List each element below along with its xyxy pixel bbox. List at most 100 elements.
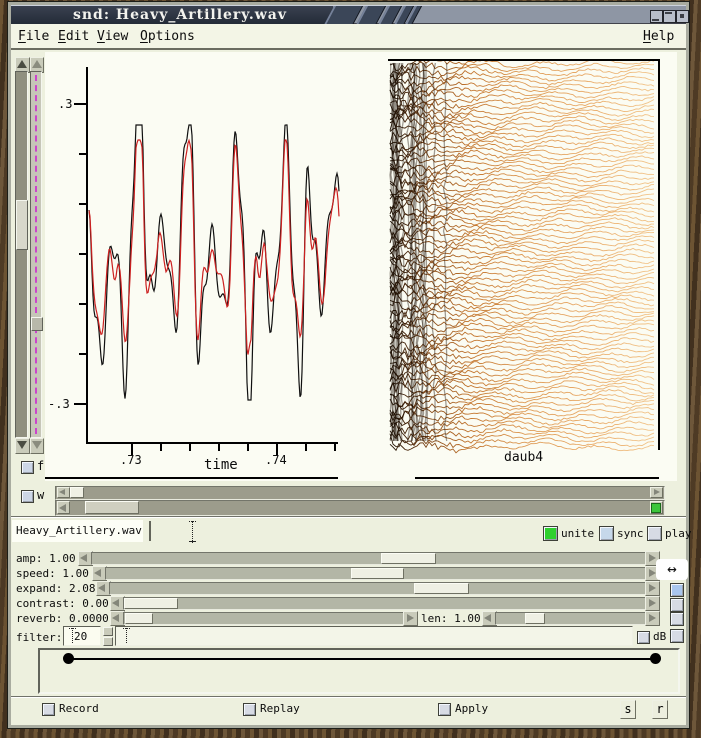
menu-options[interactable]: Options xyxy=(140,29,195,44)
x-position-left-arrow[interactable] xyxy=(57,501,70,514)
unite-toggle[interactable] xyxy=(543,526,558,541)
filter-order-cursor-icon xyxy=(68,628,77,643)
speed-slider[interactable] xyxy=(105,567,647,580)
menubar: File Edit View Options Help xyxy=(11,24,686,50)
reverb-right-arrow[interactable] xyxy=(403,611,418,626)
menu-options-mnemonic: O xyxy=(140,29,148,44)
filter-envelope-cursor-icon xyxy=(122,628,131,643)
record-toggle[interactable] xyxy=(42,703,55,716)
contrast-enable-toggle[interactable] xyxy=(670,598,684,612)
menu-view[interactable]: View xyxy=(97,29,128,44)
menu-help-mnemonic: H xyxy=(643,29,651,44)
save-controls-button[interactable]: s xyxy=(620,700,636,719)
restore-controls-button[interactable]: r xyxy=(652,700,668,719)
wave-toggle[interactable] xyxy=(21,490,34,503)
y-scrollbar-thumb[interactable] xyxy=(16,200,28,250)
envelope-node-right[interactable] xyxy=(650,653,661,664)
menu-edit-rest: dit xyxy=(66,29,89,44)
replay-toggle[interactable] xyxy=(243,703,256,716)
expand-slider[interactable] xyxy=(109,582,647,595)
menu-file-rest: ile xyxy=(26,29,49,44)
desktop: { "window": { "title": "snd: Heavy_Artil… xyxy=(0,0,701,738)
menu-edit[interactable]: Edit xyxy=(58,29,89,44)
y-axis-top-label: .3 xyxy=(58,97,72,111)
envelope-node-left[interactable] xyxy=(63,653,74,664)
wavelet-transform-graph[interactable] xyxy=(385,55,665,480)
restore-button-window[interactable] xyxy=(663,10,676,23)
menu-file[interactable]: File xyxy=(18,29,49,44)
reverb-thumb[interactable] xyxy=(125,613,153,624)
speed-thumb[interactable] xyxy=(351,568,404,579)
y-axis-bottom-label: -.3 xyxy=(48,397,70,411)
reverb-label: reverb: 0.0000 xyxy=(16,612,109,625)
reverb-len-thumb[interactable] xyxy=(525,613,545,624)
reverb-len-slider[interactable] xyxy=(495,612,647,625)
y-zoom-thumb[interactable] xyxy=(31,317,43,331)
play-label: play xyxy=(665,527,692,540)
sync-toggle[interactable] xyxy=(599,526,614,541)
x-position-scrollbar[interactable] xyxy=(55,500,665,516)
expand-thumb[interactable] xyxy=(414,583,469,594)
filter-order-field[interactable]: 20 xyxy=(63,626,101,646)
maximize-button[interactable] xyxy=(676,10,689,23)
x-zoom-thumb[interactable] xyxy=(70,487,84,498)
transform-label: daub4 xyxy=(504,450,543,465)
x-zoom-left-arrow[interactable] xyxy=(57,487,70,498)
name-separator xyxy=(149,521,151,541)
time-domain-graph[interactable] xyxy=(45,52,345,480)
filter-db-label: dB xyxy=(653,630,666,643)
filter-order-up-spinner[interactable] xyxy=(103,627,113,636)
contrast-thumb[interactable] xyxy=(124,598,178,609)
filter-envelope-editor[interactable] xyxy=(38,648,680,694)
filter-enable-toggle[interactable] xyxy=(670,629,684,643)
amp-slider[interactable] xyxy=(91,552,647,565)
menu-file-mnemonic: F xyxy=(18,29,26,44)
menu-view-mnemonic: V xyxy=(97,29,105,44)
mouse-cursor: ↔ xyxy=(656,559,688,580)
reverb-slider[interactable] xyxy=(123,612,405,625)
menu-view-rest: iew xyxy=(105,29,128,44)
reverb-len-right-arrow[interactable] xyxy=(645,611,660,626)
filename-text: Heavy_Artillery.wav xyxy=(16,524,142,537)
y-scrollbar-trough[interactable] xyxy=(15,71,28,438)
fft-toggle-label: f xyxy=(37,459,44,473)
minimize-button[interactable] xyxy=(650,10,663,23)
filter-envelope-field[interactable] xyxy=(115,626,633,646)
menu-edit-mnemonic: E xyxy=(58,29,66,44)
bottom-separator xyxy=(11,696,686,697)
filter-label: filter: xyxy=(16,631,62,644)
reverb-len-label: len: 1.00 xyxy=(421,612,481,625)
x-position-thumb[interactable] xyxy=(85,501,139,514)
contrast-slider[interactable] xyxy=(123,597,647,610)
apply-toggle[interactable] xyxy=(438,703,451,716)
play-toggle[interactable] xyxy=(647,526,662,541)
x-zoom-scrollbar[interactable] xyxy=(55,486,665,500)
x-tick-label-73: .73 xyxy=(120,453,142,467)
amp-label: amp: 1.00 xyxy=(16,552,76,565)
filter-db-toggle[interactable] xyxy=(637,631,650,644)
contrast-right-arrow[interactable] xyxy=(645,596,660,611)
speed-label: speed: 1.00 xyxy=(16,567,89,580)
expand-right-arrow[interactable] xyxy=(645,581,660,596)
minibuffer[interactable] xyxy=(160,519,490,544)
y-zoom-down-button[interactable] xyxy=(15,438,30,454)
fft-toggle[interactable] xyxy=(21,461,34,474)
wave-toggle-label: w xyxy=(37,488,44,502)
expand-label: expand: 2.08 xyxy=(16,582,95,595)
menu-help[interactable]: Help xyxy=(643,29,674,44)
amp-thumb[interactable] xyxy=(381,553,436,564)
expand-enable-toggle[interactable] xyxy=(670,583,684,597)
y-pos-down-button[interactable] xyxy=(30,438,44,454)
titlebar[interactable]: snd: Heavy_Artillery.wav xyxy=(11,5,686,24)
reverb-enable-toggle[interactable] xyxy=(670,612,684,626)
text-cursor-icon xyxy=(188,521,197,543)
sync-label: sync xyxy=(617,527,644,540)
envelope-line xyxy=(68,658,656,660)
record-label: Record xyxy=(59,702,99,715)
contrast-label: contrast: 0.00 xyxy=(16,597,109,610)
x-zoom-right-arrow[interactable] xyxy=(650,487,663,498)
filename-field[interactable]: Heavy_Artillery.wav xyxy=(12,520,143,542)
filter-order-down-spinner[interactable] xyxy=(103,637,113,646)
y-zoom-strip[interactable] xyxy=(30,71,42,438)
replay-label: Replay xyxy=(260,702,300,715)
